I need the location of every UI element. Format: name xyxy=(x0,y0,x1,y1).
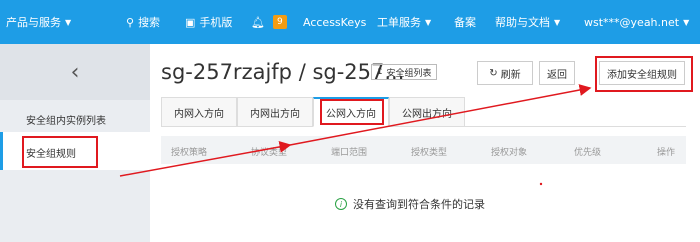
accesskeys-label: AccessKeys xyxy=(303,15,367,29)
top-navigation-bar: 产品与服务 ▼ ⚲ 搜索 ▣ 手机版 🔔︎ 9 AccessKeys 工单服务 … xyxy=(0,0,700,44)
rules-table-header: 授权策略 协议类型 端口范围 授权类型 授权对象 优先级 操作 xyxy=(161,136,686,164)
tab-internet-outbound[interactable]: 公网出方向 xyxy=(389,97,465,127)
sidebar-item-instances[interactable]: 安全组内实例列表 xyxy=(26,112,106,127)
tickets-menu[interactable]: 工单服务 ▼ xyxy=(377,0,431,44)
column-header: 操作 xyxy=(657,148,676,158)
security-group-list-label: 安全组列表 xyxy=(386,68,432,79)
annotation-box-tab xyxy=(320,99,384,125)
user-label: wst***@yeah.net xyxy=(584,15,680,29)
refresh-icon: ↻ xyxy=(489,67,498,79)
mobile-icon: ▣ xyxy=(185,15,196,29)
mobile-link[interactable]: ▣ 手机版 xyxy=(185,0,232,44)
column-header: 授权类型 xyxy=(411,148,448,158)
help-label: 帮助与文档 xyxy=(495,16,550,29)
beian-link[interactable]: 备案 xyxy=(454,0,476,44)
tab-label: 公网出方向 xyxy=(402,108,452,120)
bell-icon: 🔔︎ xyxy=(251,15,265,29)
mobile-label: 手机版 xyxy=(199,16,233,29)
tab-label: 内网入方向 xyxy=(174,108,224,120)
page-title: sg-257rzajfp / sg-257... xyxy=(161,60,405,84)
products-menu-label: 产品与服务 xyxy=(6,16,61,29)
active-indicator xyxy=(0,132,3,170)
back-button[interactable]: ‹ xyxy=(0,44,150,100)
security-group-list-link[interactable]: ↥ 安全组列表 xyxy=(371,64,437,80)
chevron-down-icon: ▼ xyxy=(425,17,432,27)
arrow-up-icon: ↥ xyxy=(376,67,384,77)
search-icon: ⚲ xyxy=(126,15,135,29)
annotation-dot xyxy=(539,182,543,186)
beian-label: 备案 xyxy=(454,16,476,29)
annotation-box-rules xyxy=(22,136,98,168)
chevron-down-icon: ▼ xyxy=(65,17,72,27)
tab-label: 内网出方向 xyxy=(250,108,300,120)
refresh-button[interactable]: ↻ 刷新 xyxy=(477,61,533,85)
search-label: 搜索 xyxy=(138,16,161,29)
accesskeys-link[interactable]: AccessKeys xyxy=(303,0,366,44)
notifications-button[interactable]: 🔔︎ 9 xyxy=(251,0,287,44)
refresh-label: 刷新 xyxy=(500,69,521,81)
return-label: 返回 xyxy=(547,69,567,81)
products-menu[interactable]: 产品与服务 ▼ xyxy=(6,0,71,44)
help-menu[interactable]: 帮助与文档 ▼ xyxy=(495,0,560,44)
column-header: 端口范围 xyxy=(331,148,368,158)
column-header: 优先级 xyxy=(574,148,602,158)
direction-tabs: 内网入方向 内网出方向 公网入方向 公网出方向 xyxy=(161,97,686,127)
chevron-down-icon: ▼ xyxy=(683,17,690,27)
tickets-label: 工单服务 xyxy=(377,16,421,29)
annotation-box-add-rule xyxy=(595,56,693,92)
info-icon: i xyxy=(335,198,347,210)
chevron-left-icon: ‹ xyxy=(70,59,80,85)
column-header: 授权对象 xyxy=(491,148,528,158)
return-button[interactable]: 返回 xyxy=(539,61,575,85)
column-header: 授权策略 xyxy=(171,148,208,158)
empty-state-text: 没有查询到符合条件的记录 xyxy=(353,198,485,211)
empty-state-message: i 没有查询到符合条件的记录 xyxy=(335,196,485,212)
chevron-down-icon: ▼ xyxy=(554,17,561,27)
search-button[interactable]: ⚲ 搜索 xyxy=(126,0,160,44)
column-header: 协议类型 xyxy=(251,148,288,158)
tab-intranet-outbound[interactable]: 内网出方向 xyxy=(237,97,313,127)
notification-count-badge: 9 xyxy=(272,15,287,29)
user-menu[interactable]: wst***@yeah.net ▼ xyxy=(584,0,689,44)
sidebar-item-label: 安全组内实例列表 xyxy=(26,116,106,127)
tab-intranet-inbound[interactable]: 内网入方向 xyxy=(161,97,237,127)
